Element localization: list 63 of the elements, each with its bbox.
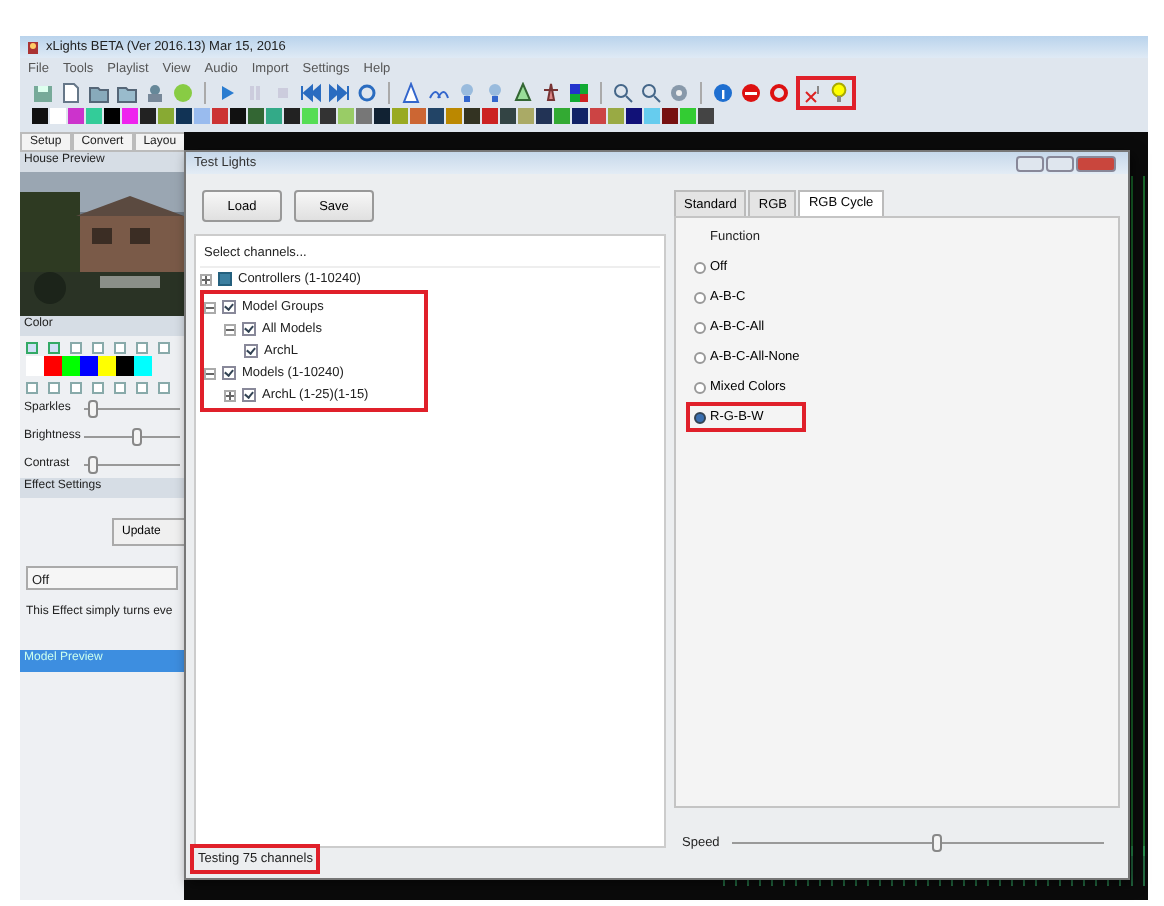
tree-checkbox[interactable]	[222, 366, 236, 380]
zoom-out-icon[interactable]	[640, 82, 662, 104]
color-swatch[interactable]	[80, 356, 98, 376]
person-icon[interactable]	[144, 82, 166, 104]
color-swatch[interactable]	[116, 356, 134, 376]
tree-checkbox[interactable]	[218, 272, 232, 286]
lock-checkbox[interactable]	[136, 382, 148, 394]
tree-checkbox[interactable]	[222, 300, 236, 314]
lock-checkbox[interactable]	[92, 382, 104, 394]
fast-forward-icon[interactable]	[328, 82, 350, 104]
expander-icon[interactable]	[224, 389, 236, 401]
settings-icon[interactable]	[668, 82, 690, 104]
info-icon[interactable]	[712, 82, 734, 104]
bulb-icon[interactable]	[484, 82, 506, 104]
app-icon	[26, 39, 40, 55]
ring-icon[interactable]	[768, 82, 790, 104]
lock-checkbox[interactable]	[70, 382, 82, 394]
bulb-icon[interactable]	[456, 82, 478, 104]
cross-icon[interactable]	[802, 82, 824, 104]
minimize-button[interactable]	[1016, 155, 1044, 171]
tree-checkbox[interactable]	[244, 344, 258, 358]
slider-thumb[interactable]	[132, 427, 143, 445]
expander-icon[interactable]	[204, 367, 216, 379]
color-swatch[interactable]	[26, 356, 44, 376]
save-icon[interactable]	[32, 82, 54, 104]
slider-thumb[interactable]	[87, 455, 98, 473]
color-swatch[interactable]	[98, 356, 116, 376]
checkbox[interactable]	[92, 342, 104, 354]
tree-icon[interactable]	[512, 82, 534, 104]
effects-palette-drawing[interactable]	[32, 108, 716, 124]
folder-icon[interactable]	[88, 82, 110, 104]
grid-icon[interactable]	[568, 82, 590, 104]
color-swatch[interactable]	[62, 356, 80, 376]
maximize-button[interactable]	[1046, 155, 1074, 171]
slider-thumb[interactable]	[87, 399, 98, 417]
document-icon[interactable]	[60, 82, 82, 104]
stop-sign-icon[interactable]	[740, 82, 762, 104]
close-button[interactable]	[1076, 155, 1116, 171]
rewind-icon[interactable]	[300, 82, 322, 104]
color-swatch[interactable]	[134, 356, 152, 376]
repeat-icon[interactable]	[356, 82, 378, 104]
lock-checkbox[interactable]	[48, 382, 60, 394]
color-swatch[interactable]	[44, 356, 62, 376]
tree-checkbox[interactable]	[242, 322, 256, 336]
checkbox[interactable]	[48, 342, 60, 354]
folder-icon[interactable]	[116, 82, 138, 104]
expander-icon[interactable]	[224, 323, 236, 335]
lock-checkbox[interactable]	[158, 382, 170, 394]
checkbox[interactable]	[114, 342, 126, 354]
play-icon[interactable]	[216, 82, 238, 104]
lock-checkbox[interactable]	[114, 382, 126, 394]
tree-checkbox[interactable]	[242, 388, 256, 402]
zoom-in-icon[interactable]	[612, 82, 634, 104]
checkbox[interactable]	[136, 342, 148, 354]
checkbox[interactable]	[70, 342, 82, 354]
expander-icon[interactable]	[200, 273, 212, 285]
cone-icon[interactable]	[400, 82, 422, 104]
slider-thumb[interactable]	[932, 834, 943, 852]
checkbox[interactable]	[26, 342, 38, 354]
checkbox[interactable]	[158, 342, 170, 354]
lock-checkbox[interactable]	[26, 382, 38, 394]
bulb-icon[interactable]	[828, 82, 850, 104]
expander-icon[interactable]	[204, 301, 216, 313]
